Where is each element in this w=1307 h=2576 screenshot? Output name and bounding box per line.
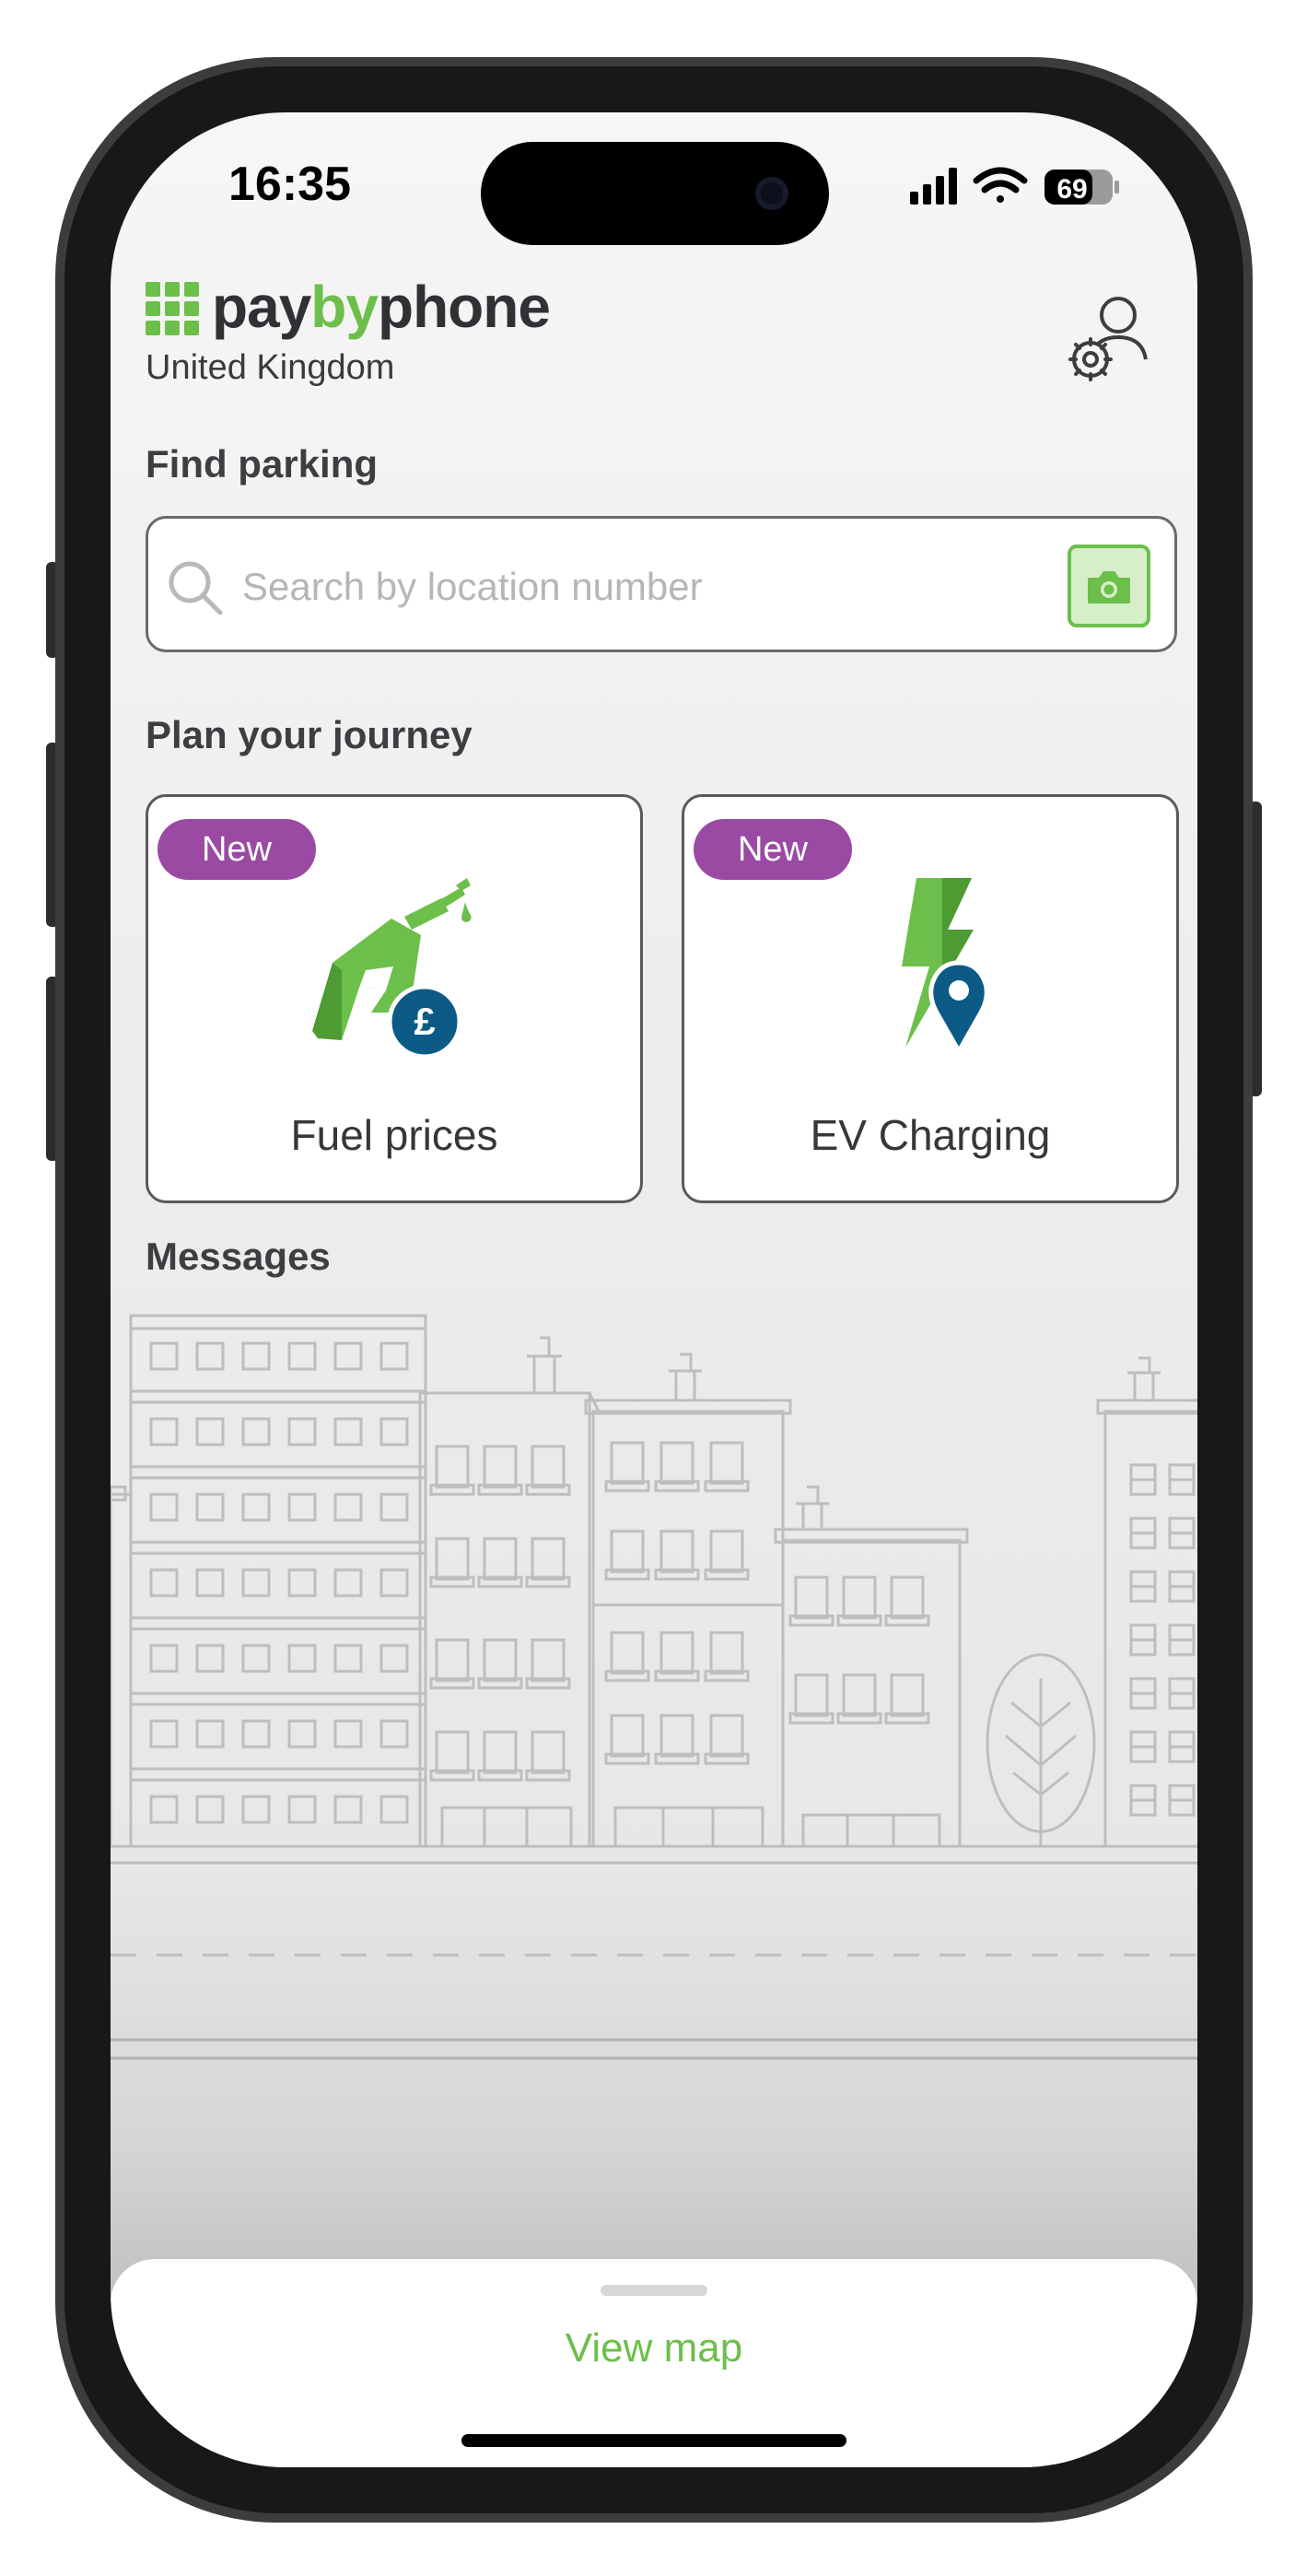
view-map-button[interactable]: View map [111, 2325, 1197, 2371]
search-field[interactable] [146, 516, 1177, 652]
grid-logo-icon [146, 282, 199, 335]
new-badge: New [158, 819, 316, 880]
brand-name: paybyphone [212, 274, 551, 340]
city-illustration [111, 1314, 1197, 1957]
plan-journey-title: Plan your journey [146, 713, 473, 756]
search-icon [169, 561, 223, 615]
ev-charging-card[interactable]: New EV Charging [682, 794, 1179, 1203]
ev-charging-label: EV Charging [810, 1111, 1051, 1159]
app-screen: 16:35 69 paybyphone United Kingdom Find … [111, 112, 1197, 2467]
road-lines [111, 2038, 1197, 2060]
battery-icon: 69 [1044, 170, 1119, 205]
find-parking-title: Find parking [146, 442, 378, 486]
sheet-handle[interactable] [601, 2285, 707, 2296]
home-indicator[interactable] [461, 2434, 846, 2447]
region-label: United Kingdom [146, 348, 395, 387]
battery-level: 69 [1056, 174, 1087, 205]
wifi-icon [973, 167, 1028, 203]
status-time: 16:35 [228, 158, 351, 211]
signal-icon [910, 168, 957, 205]
messages-title: Messages [146, 1235, 331, 1278]
account-settings-icon[interactable] [1063, 293, 1151, 389]
camera-icon [1088, 571, 1130, 603]
fuel-nozzle-icon: £ [312, 878, 472, 1059]
scan-camera-button[interactable] [1068, 544, 1150, 627]
pound-icon: £ [414, 1000, 435, 1043]
status-icons: 69 [910, 167, 1119, 205]
gear-icon [1068, 337, 1113, 381]
camera-icon [755, 177, 788, 210]
fuel-prices-label: Fuel prices [290, 1111, 498, 1159]
dynamic-island [481, 142, 829, 245]
new-badge: New [694, 819, 852, 880]
fuel-prices-card[interactable]: New £ Fuel prices [146, 794, 643, 1203]
search-input[interactable] [240, 544, 1036, 629]
ev-charging-icon [902, 878, 989, 1057]
